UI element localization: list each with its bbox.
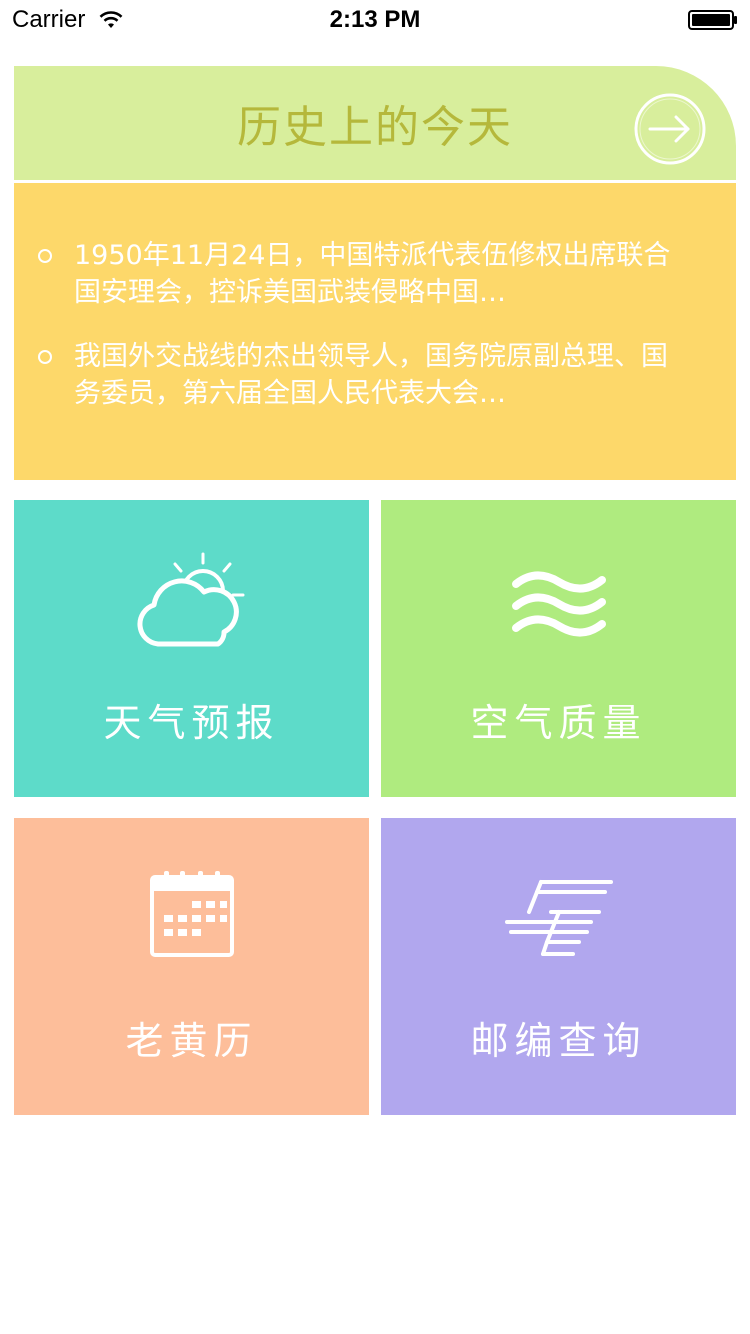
weather-forecast-label: 天气预报 bbox=[103, 701, 280, 745]
history-header: 历史上的今天 bbox=[14, 66, 736, 180]
status-time: 2:13 PM bbox=[329, 6, 421, 33]
waves-icon bbox=[511, 571, 606, 637]
weather-forecast-tile[interactable]: 天气预报 bbox=[14, 500, 369, 797]
china-post-icon bbox=[504, 880, 613, 956]
postcode-lookup-label: 邮编查询 bbox=[470, 1019, 647, 1063]
history-list-item[interactable]: 我国外交战线的杰出领导人，国务院原副总理、国务委员，第六届全国人民代表大会… bbox=[36, 338, 716, 418]
arrow-right-icon[interactable] bbox=[634, 93, 706, 165]
postcode-lookup-tile[interactable]: 邮编查询 bbox=[381, 818, 736, 1115]
almanac-tile[interactable]: 老黄历 bbox=[14, 818, 369, 1115]
history-list: 1950年11月24日，中国特派代表伍修权出席联合国安理会，控诉美国武装侵略中国… bbox=[14, 183, 736, 480]
battery-icon bbox=[688, 10, 737, 30]
air-quality-tile[interactable]: 空气质量 bbox=[381, 500, 736, 797]
history-title: 历史上的今天 bbox=[237, 102, 513, 153]
status-bar: Carrier 2:13 PM bbox=[0, 0, 750, 40]
app-screen: Carrier 2:13 PM 历史上的今天 1950年11月24日，中国特派代… bbox=[0, 0, 750, 1334]
bullet-icon bbox=[38, 350, 52, 364]
history-item-text: 我国外交战线的杰出领导人，国务院原副总理、国务委员，第六届全国人民代表大会… bbox=[74, 341, 668, 409]
cloud-sun-icon bbox=[136, 552, 244, 647]
air-quality-label: 空气质量 bbox=[470, 701, 647, 745]
history-list-item[interactable]: 1950年11月24日，中国特派代表伍修权出席联合国安理会，控诉美国武装侵略中国… bbox=[36, 237, 716, 317]
bullet-icon bbox=[38, 249, 52, 263]
history-today-card: 历史上的今天 1950年11月24日，中国特派代表伍修权出席联合国安理会，控诉美… bbox=[14, 66, 736, 480]
history-item-text: 1950年11月24日，中国特派代表伍修权出席联合国安理会，控诉美国武装侵略中国… bbox=[74, 240, 671, 308]
calendar-icon bbox=[149, 871, 234, 957]
almanac-label: 老黄历 bbox=[125, 1019, 258, 1063]
